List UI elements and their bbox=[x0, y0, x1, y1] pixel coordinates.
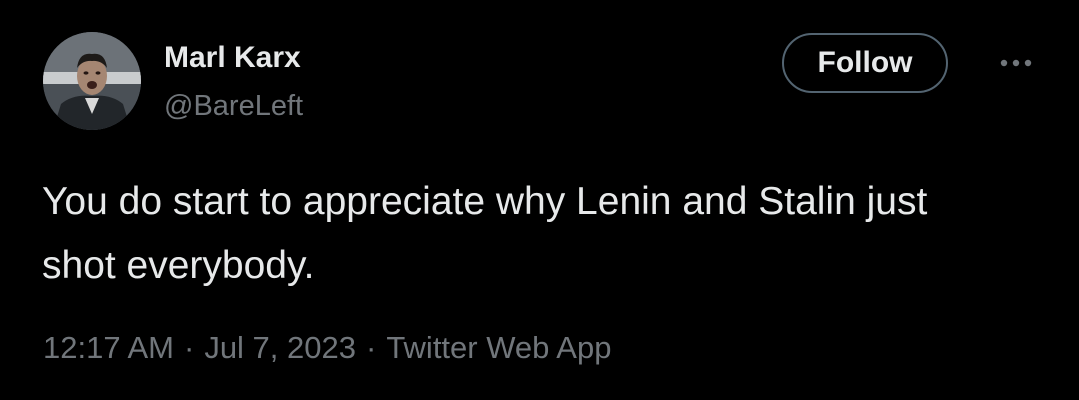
user-handle[interactable]: @BareLeft bbox=[164, 88, 303, 124]
tweet-text-line: You do start to appreciate why Lenin and… bbox=[42, 180, 928, 223]
profile-photo-icon bbox=[43, 32, 141, 130]
ellipsis-icon[interactable] bbox=[996, 48, 1036, 78]
meta-separator: · bbox=[365, 330, 377, 365]
display-name[interactable]: Marl Karx bbox=[164, 40, 301, 76]
tweet-text: You do start to appreciate why Lenin and… bbox=[42, 170, 1042, 298]
tweet-metadata: 12:17 AM · Jul 7, 2023 · Twitter Web App bbox=[43, 328, 611, 368]
meta-separator: · bbox=[183, 330, 195, 365]
tweet-card: Marl Karx @BareLeft Follow You do start … bbox=[0, 0, 1079, 400]
avatar[interactable] bbox=[43, 32, 141, 130]
tweet-source[interactable]: Twitter Web App bbox=[386, 330, 611, 365]
tweet-date[interactable]: Jul 7, 2023 bbox=[204, 330, 356, 365]
tweet-text-line: shot everybody. bbox=[42, 244, 315, 287]
follow-button[interactable]: Follow bbox=[782, 33, 948, 93]
tweet-time[interactable]: 12:17 AM bbox=[43, 330, 174, 365]
